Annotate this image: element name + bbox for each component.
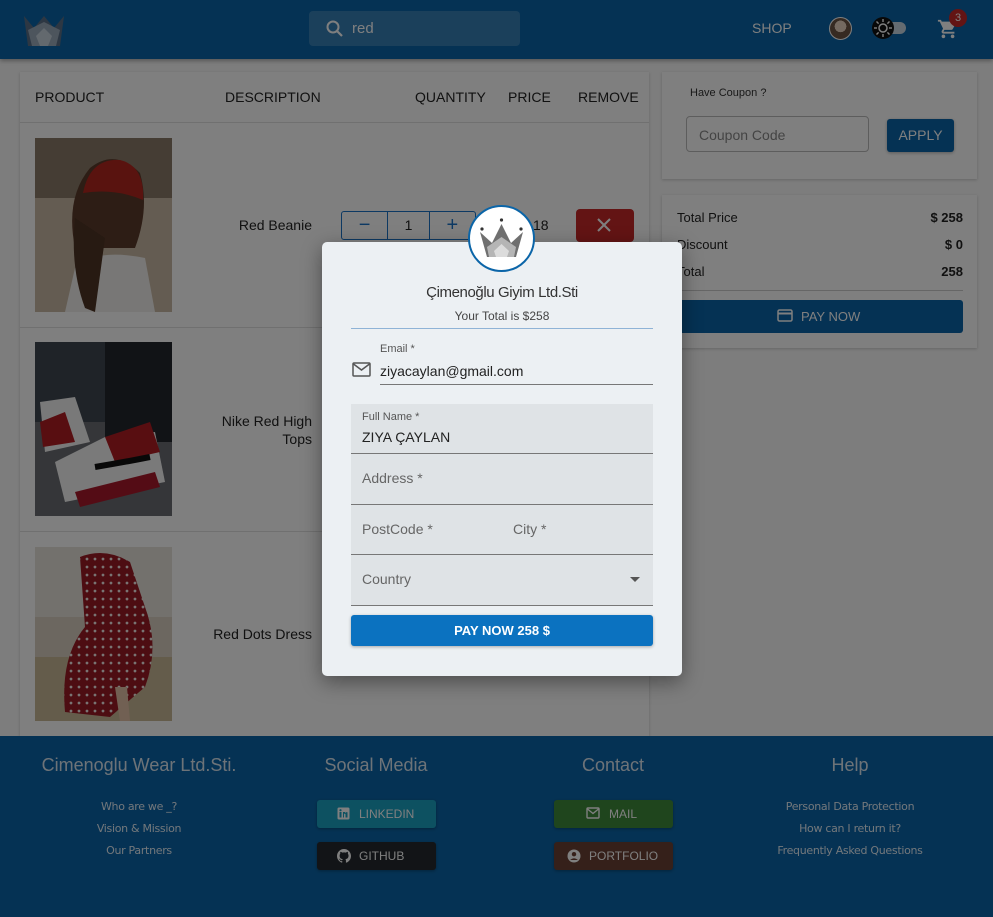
checkout-modal: Çimenoğlu Giyim Ltd.Sti Your Total is $2… (322, 242, 682, 676)
email-field[interactable]: ziyacaylan@gmail.com (380, 363, 523, 379)
modal-logo (468, 205, 535, 272)
mail-icon (352, 362, 371, 377)
divider (351, 328, 653, 329)
modal-company-name: Çimenoğlu Giyim Ltd.Sti (426, 284, 578, 301)
city-label[interactable]: City * (513, 521, 546, 537)
email-label: Email * (380, 343, 415, 355)
modal-total-text: Your Total is $258 (454, 309, 550, 323)
postcode-city-row: PostCode * City * (351, 505, 653, 555)
email-underline (380, 384, 653, 385)
full-name-value: ZIYA ÇAYLAN (362, 429, 451, 445)
pay-now-submit-button[interactable]: PAY NOW 258 $ (351, 615, 653, 646)
full-name-field[interactable]: Full Name * ZIYA ÇAYLAN (351, 404, 653, 454)
country-select[interactable]: Country (351, 555, 653, 606)
address-label: Address * (362, 470, 423, 486)
address-field[interactable]: Address * (351, 454, 653, 505)
full-name-label: Full Name * (362, 411, 420, 423)
dropdown-arrow-icon (630, 577, 640, 582)
postcode-label[interactable]: PostCode * (362, 521, 433, 537)
country-label: Country (362, 571, 412, 587)
crown-logo-icon (480, 218, 523, 257)
